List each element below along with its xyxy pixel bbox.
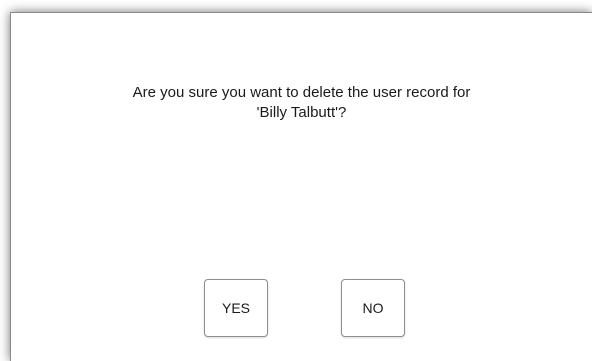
yes-button[interactable]: YES — [204, 279, 268, 337]
confirmation-message: Are you sure you want to delete the user… — [51, 83, 552, 123]
no-button[interactable]: NO — [341, 279, 405, 337]
confirmation-message-line1: Are you sure you want to delete the user… — [132, 84, 471, 101]
confirm-delete-dialog: Are you sure you want to delete the user… — [10, 12, 592, 361]
confirmation-message-line2: 'Billy Talbutt'? — [256, 104, 347, 121]
